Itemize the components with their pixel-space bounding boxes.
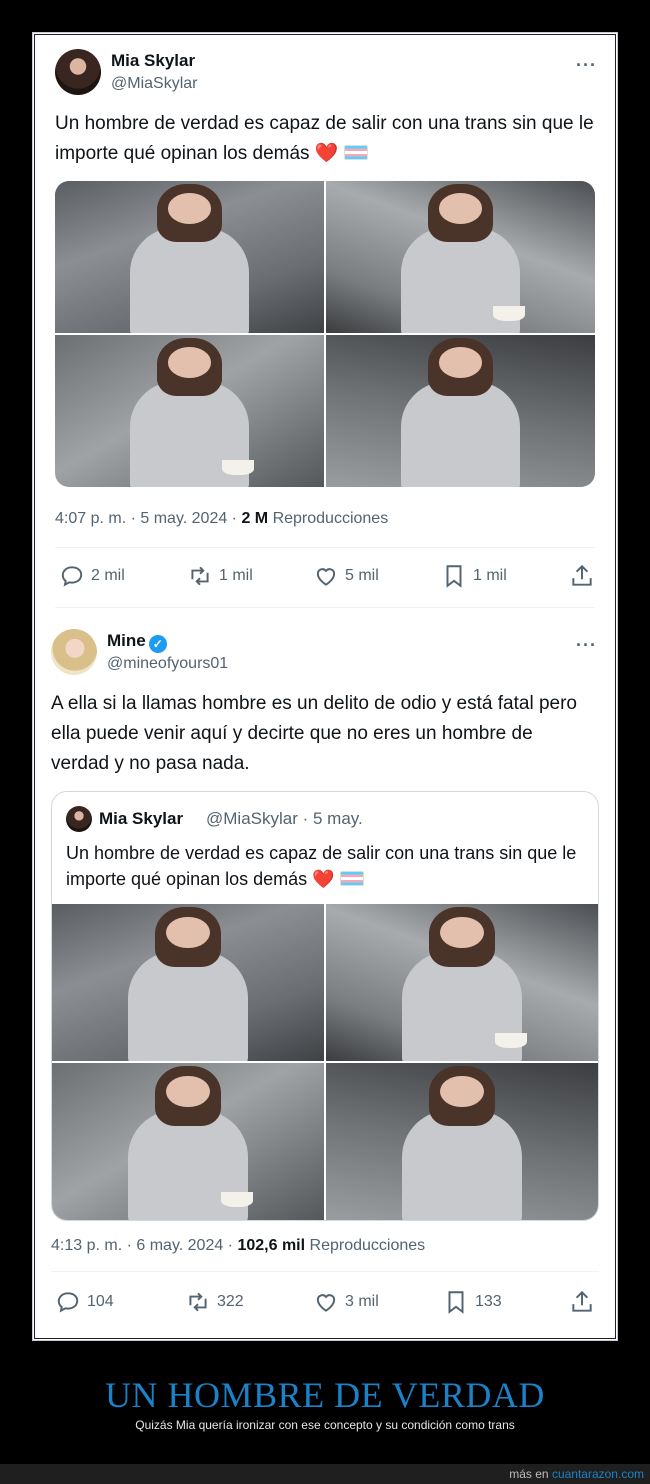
share-button[interactable]: [569, 563, 595, 589]
author-handle[interactable]: @MiaSkylar: [111, 75, 197, 93]
retweet-icon: [189, 1292, 207, 1312]
heart-emoji: ❤️: [312, 869, 335, 889]
author-handle[interactable]: @mineofyours01: [107, 655, 228, 673]
like-count: 3 mil: [345, 1293, 379, 1310]
tweet-original: Mia Skylar @MiaSkylar ··· Un hombre de v…: [35, 35, 615, 625]
reply-icon: [61, 566, 83, 587]
author-name[interactable]: Mine ✓: [107, 631, 167, 653]
share-icon: [572, 1290, 592, 1312]
retweet-count: 1 mil: [219, 567, 253, 584]
footer-prefix: más en: [509, 1467, 552, 1481]
action-bar: 104 322 3 mil 133: [55, 1289, 599, 1319]
avatar[interactable]: [51, 629, 97, 675]
quoted-photo-grid[interactable]: [52, 904, 598, 1220]
tweet-text: A ella si la llamas hombre es un delito …: [51, 693, 577, 774]
screenshot-panel: Mia Skylar @MiaSkylar ··· Un hombre de v…: [34, 34, 616, 1339]
quoted-header: Mia Skylar @MiaSkylar · 5 may.: [66, 806, 584, 832]
bookmark-count: 133: [475, 1293, 502, 1310]
caption-title: UN HOMBRE DE VERDAD: [105, 1375, 545, 1415]
quoted-tweet[interactable]: Mia Skylar @MiaSkylar · 5 may. Un hombre…: [51, 791, 599, 1221]
retweet-count: 322: [217, 1293, 244, 1310]
bookmark-button[interactable]: 1 mil: [441, 563, 507, 589]
avatar[interactable]: [55, 49, 101, 95]
quoted-handle-date: @MiaSkylar · 5 may.: [206, 809, 363, 828]
heart-icon: [316, 1294, 336, 1312]
share-button[interactable]: [569, 1289, 595, 1315]
caption-subtitle: Quizás Mia quería ironizar con ese conce…: [135, 1418, 515, 1432]
views-label: Reproducciones: [268, 510, 389, 527]
bookmark-icon: [446, 565, 462, 588]
reply-count: 2 mil: [91, 567, 125, 584]
views-count: 102,6 mil: [237, 1237, 306, 1254]
reply-count: 104: [87, 1293, 114, 1310]
tweet-reply-quote: Mine ✓ @mineofyours01 ··· A ella si la ll…: [35, 625, 615, 1338]
heart-emoji: ❤️: [314, 143, 339, 164]
like-button[interactable]: 5 mil: [313, 563, 379, 589]
timestamp-text[interactable]: 4:07 p. m. · 5 may. 2024 ·: [55, 510, 241, 527]
bookmark-icon: [448, 1291, 464, 1314]
views-count: 2 M: [241, 510, 269, 527]
site-link[interactable]: cuantarazon.com: [552, 1467, 644, 1481]
photo-4[interactable]: [326, 335, 595, 487]
bookmark-count: 1 mil: [473, 567, 507, 584]
reply-button[interactable]: 104: [55, 1289, 114, 1315]
author-name[interactable]: Mia Skylar: [111, 51, 195, 71]
photo-grid[interactable]: [55, 181, 595, 487]
more-options-icon[interactable]: ···: [576, 55, 597, 76]
quoted-author-name: Mia Skylar: [99, 809, 184, 828]
author-name-text: Mine: [107, 631, 146, 650]
photo-4[interactable]: [326, 1063, 598, 1220]
divider: [55, 547, 595, 548]
footer-credit: más en cuantarazon.com: [509, 1467, 644, 1481]
tweet-header: Mia Skylar @MiaSkylar ···: [55, 49, 601, 99]
timestamp-text[interactable]: 4:13 p. m. · 6 may. 2024 ·: [51, 1237, 237, 1254]
photo-3[interactable]: [55, 335, 324, 487]
action-bar: 2 mil 1 mil 5 mil 1 mil: [55, 563, 595, 593]
share-icon: [572, 564, 592, 586]
photo-2[interactable]: [326, 181, 595, 333]
bookmark-button[interactable]: 133: [443, 1289, 502, 1315]
retweet-button[interactable]: 1 mil: [187, 563, 253, 589]
verified-badge-icon: ✓: [148, 635, 167, 653]
retweet-icon: [191, 566, 209, 586]
meme-frame: Mia Skylar @MiaSkylar ··· Un hombre de v…: [32, 32, 618, 1341]
reply-button[interactable]: 2 mil: [59, 563, 125, 589]
tweet-text: Un hombre de verdad es capaz de salir co…: [55, 109, 595, 169]
retweet-button[interactable]: 322: [185, 1289, 244, 1315]
heart-icon: [316, 568, 336, 586]
divider: [55, 607, 595, 608]
more-options-icon[interactable]: ···: [576, 635, 597, 656]
tweet-timestamp: 4:07 p. m. · 5 may. 2024 · 2 M Reproducc…: [55, 510, 388, 528]
views-label: Reproducciones: [305, 1237, 426, 1254]
reply-icon: [57, 1292, 79, 1313]
quoted-avatar: [66, 806, 92, 832]
photo-1[interactable]: [55, 181, 324, 333]
tweet-header: Mine ✓ @mineofyours01 ···: [51, 629, 601, 679]
trans-flag-icon: [343, 145, 368, 160]
like-button[interactable]: 3 mil: [313, 1289, 379, 1315]
like-count: 5 mil: [345, 567, 379, 584]
photo-3[interactable]: [52, 1063, 324, 1220]
tweet-timestamp: 4:13 p. m. · 6 may. 2024 · 102,6 mil Rep…: [51, 1237, 425, 1255]
photo-2[interactable]: [326, 904, 598, 1061]
trans-flag-icon: [339, 871, 364, 886]
footer-bar: más en cuantarazon.com: [0, 1464, 650, 1484]
quoted-text: Un hombre de verdad es capaz de salir co…: [66, 840, 584, 892]
photo-1[interactable]: [52, 904, 324, 1061]
divider: [51, 1271, 599, 1272]
